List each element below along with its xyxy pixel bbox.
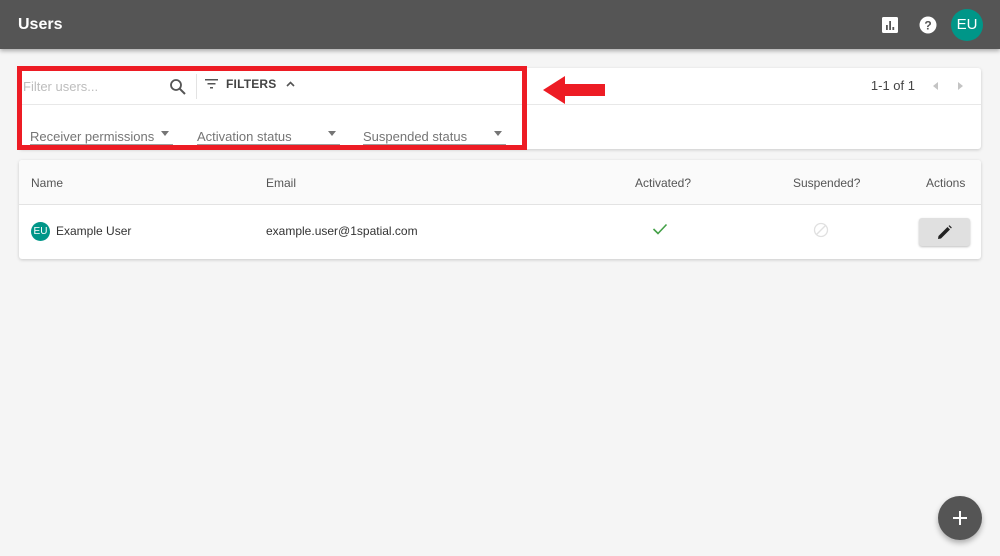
filter-toolbar: FILTERS 1-1 of 1 bbox=[19, 68, 981, 105]
user-name: Example User bbox=[56, 224, 132, 238]
help-button[interactable]: ? bbox=[913, 10, 943, 40]
search-input[interactable] bbox=[23, 78, 163, 94]
receiver-permissions-select[interactable]: Receiver permissions bbox=[30, 125, 173, 145]
edit-user-button[interactable] bbox=[919, 218, 970, 246]
add-icon bbox=[953, 511, 967, 525]
block-icon bbox=[813, 222, 829, 238]
edit-icon bbox=[938, 224, 952, 239]
column-header-suspended[interactable]: Suspended? bbox=[793, 176, 860, 190]
table-header: Name Email Activated? Suspended? Actions bbox=[19, 160, 981, 205]
chevron-right-icon bbox=[958, 81, 963, 90]
suspended-status-select[interactable]: Suspended status bbox=[363, 125, 506, 145]
reports-button[interactable] bbox=[875, 10, 905, 40]
filters-label: FILTERS bbox=[226, 77, 277, 91]
check-icon bbox=[652, 223, 668, 235]
users-table: Name Email Activated? Suspended? Actions… bbox=[19, 160, 981, 259]
column-header-email[interactable]: Email bbox=[266, 176, 296, 190]
dropdown-arrow-icon bbox=[494, 131, 502, 136]
table-row[interactable]: EU Example User example.user@1spatial.co… bbox=[19, 205, 981, 258]
help-icon: ? bbox=[919, 16, 937, 33]
column-header-activated[interactable]: Activated? bbox=[635, 176, 691, 190]
select-label: Activation status bbox=[197, 129, 292, 144]
filter-panel: FILTERS 1-1 of 1 Receiver permissions Ac… bbox=[19, 68, 981, 149]
dropdown-arrow-icon bbox=[161, 131, 169, 136]
filter-selects: Receiver permissions Activation status S… bbox=[19, 105, 981, 148]
column-header-actions: Actions bbox=[926, 176, 966, 190]
pagination: 1-1 of 1 bbox=[871, 78, 967, 93]
pagination-range: 1-1 of 1 bbox=[870, 78, 915, 93]
search-icon[interactable] bbox=[169, 78, 187, 96]
toolbar-divider bbox=[196, 74, 197, 99]
select-label: Suspended status bbox=[363, 129, 468, 144]
bar-chart-icon bbox=[882, 16, 898, 33]
previous-page-button[interactable] bbox=[929, 79, 943, 93]
select-label: Receiver permissions bbox=[30, 129, 155, 144]
svg-text:?: ? bbox=[924, 18, 931, 32]
activation-status-select[interactable]: Activation status bbox=[197, 125, 340, 145]
user-email: example.user@1spatial.com bbox=[266, 224, 418, 238]
filters-toggle-button[interactable]: FILTERS bbox=[205, 77, 295, 91]
annotation-arrow-icon bbox=[543, 76, 605, 104]
chevron-up-icon bbox=[285, 81, 295, 87]
app-bar: Users ? EU bbox=[0, 0, 1000, 49]
next-page-button[interactable] bbox=[953, 79, 967, 93]
user-avatar[interactable]: EU bbox=[951, 8, 983, 41]
chevron-left-icon bbox=[933, 81, 938, 90]
column-header-name[interactable]: Name bbox=[31, 176, 63, 190]
add-user-button[interactable] bbox=[938, 496, 982, 540]
row-avatar: EU bbox=[31, 222, 50, 241]
page-title: Users bbox=[18, 15, 63, 33]
dropdown-arrow-icon bbox=[328, 131, 336, 136]
filter-list-icon bbox=[205, 79, 218, 89]
